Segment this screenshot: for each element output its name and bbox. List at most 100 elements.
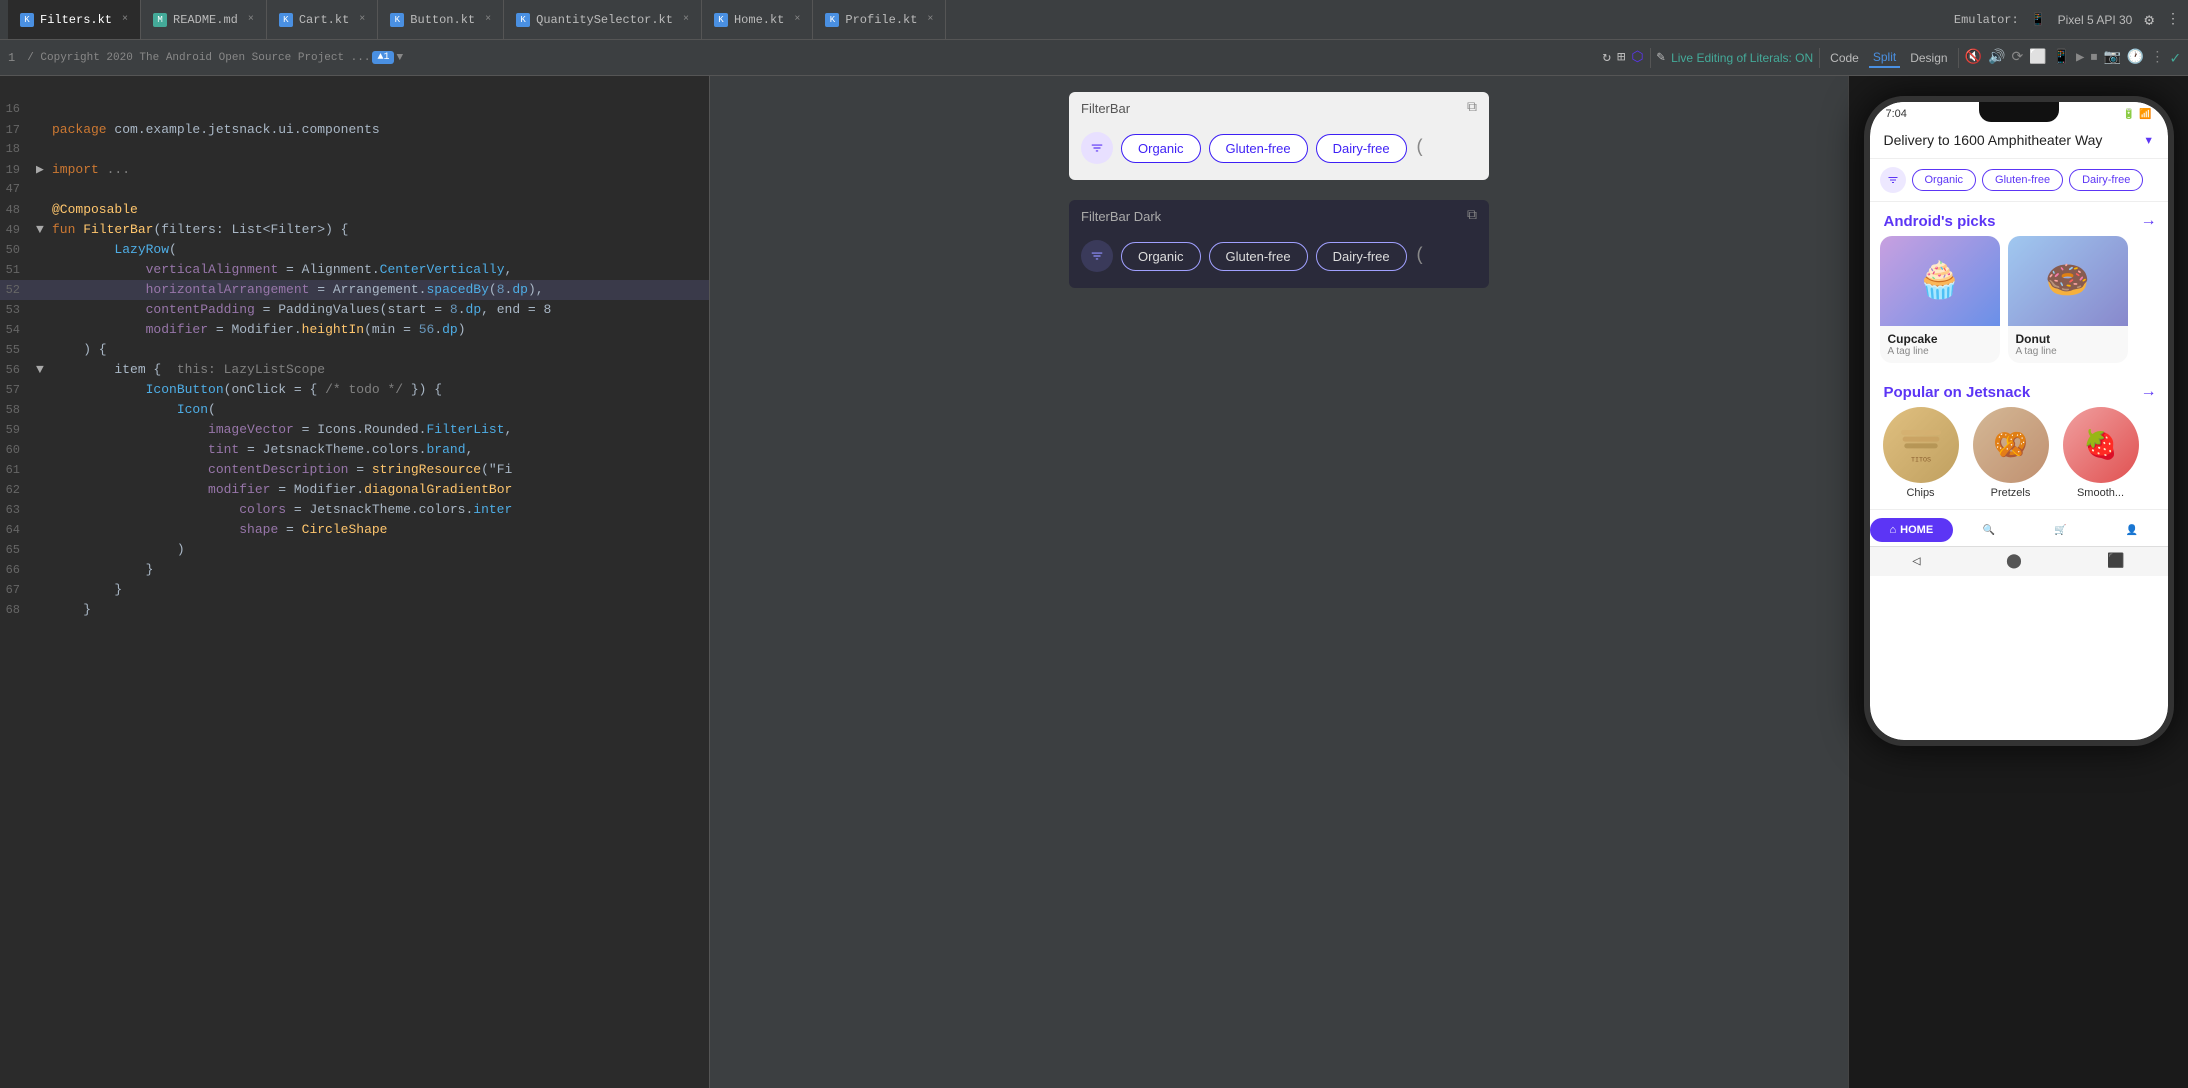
chip-gluten-free-dark[interactable]: Gluten-free — [1209, 242, 1308, 271]
live-edit-icon[interactable]: ✎ — [1657, 49, 1665, 66]
popular-title: Popular on Jetsnack — [1884, 384, 2031, 401]
tab-label: Home.kt — [734, 13, 784, 27]
chip-dairy-free-dark[interactable]: Dairy-free — [1316, 242, 1407, 271]
tab-cart[interactable]: K Cart.kt × — [267, 0, 378, 39]
code-line: 16 — [0, 100, 709, 120]
smoothie-image: 🍓 — [2063, 407, 2139, 483]
separator2 — [1819, 48, 1820, 68]
code-line: 67 } — [0, 580, 709, 600]
home-button[interactable]: ⌂ HOME — [1870, 518, 1954, 542]
androids-picks-arrow[interactable]: → — [2144, 212, 2154, 230]
tab-readme[interactable]: M README.md × — [141, 0, 267, 39]
cart-icon: 🛒 — [2054, 525, 2066, 536]
phone-chip-dairy-free[interactable]: Dairy-free — [2069, 169, 2143, 191]
pretzels-card[interactable]: 🥨 Pretzels — [1970, 407, 2052, 499]
split-btn[interactable]: Split — [1869, 48, 1900, 68]
phone-chip-organic[interactable]: Organic — [1912, 169, 1977, 191]
chip-dairy-free-light[interactable]: Dairy-free — [1316, 134, 1407, 163]
cupcake-card[interactable]: 🧁 Cupcake A tag line — [1880, 236, 2000, 363]
history-icon[interactable]: 🕐 — [2127, 49, 2144, 66]
tab-home[interactable]: K Home.kt × — [702, 0, 813, 39]
recents-btn[interactable]: ⬛ — [2107, 553, 2124, 570]
delivery-header[interactable]: Delivery to 1600 Amphitheater Way ▾ — [1870, 122, 2168, 159]
tab-close-icon[interactable]: × — [248, 14, 254, 25]
phone-filter-icon[interactable] — [1880, 167, 1906, 193]
filter-circle-icon-light[interactable] — [1081, 132, 1113, 164]
settings-icon[interactable]: ⚙ — [2144, 10, 2154, 30]
profile-nav-item[interactable]: 👤 — [2096, 525, 2167, 536]
pretzels-label: Pretzels — [1991, 487, 2031, 499]
search-icon: 🔍 — [1983, 525, 1995, 536]
delivery-chevron-icon[interactable]: ▾ — [2144, 130, 2154, 150]
tab-quantity-selector[interactable]: K QuantitySelector.kt × — [504, 0, 702, 39]
breadcrumb-arrow: ▼ — [396, 52, 403, 64]
tab-close-icon[interactable]: × — [359, 14, 365, 25]
tab-close-icon[interactable]: × — [122, 14, 128, 25]
tab-close-icon[interactable]: × — [485, 14, 491, 25]
copy-icon-dark[interactable]: ⧉ — [1467, 208, 1477, 224]
search-nav-item[interactable]: 🔍 — [1953, 525, 2024, 536]
layers-icon[interactable]: ⬡ — [1631, 49, 1643, 66]
editor-toolbar: 1 / Copyright 2020 The Android Open Sour… — [0, 40, 2188, 76]
popular-arrow[interactable]: → — [2144, 383, 2154, 401]
rotate-icon[interactable]: ⟳ — [2011, 49, 2023, 66]
code-line: 19 ▶ import ... — [0, 160, 709, 180]
phone-icon: 📱 — [2031, 12, 2046, 27]
live-editing-label: Live Editing of Literals: ON — [1671, 51, 1813, 65]
chip-gluten-free-light[interactable]: Gluten-free — [1209, 134, 1308, 163]
more-options-icon[interactable]: ⋮ — [2166, 11, 2180, 28]
chip-organic-dark[interactable]: Organic — [1121, 242, 1201, 271]
breadcrumb: / Copyright 2020 The Android Open Source… — [27, 51, 403, 64]
androids-picks-header: Android's picks → — [1870, 202, 2168, 236]
code-line: 63 colors = JetsnackTheme.colors.inter — [0, 500, 709, 520]
popular-cards: TITOS Chips 🥨 Pretzels 🍓 Smooth... — [1870, 407, 2168, 509]
phone-chip-gluten-free[interactable]: Gluten-free — [1982, 169, 2063, 191]
camera-icon[interactable]: 📷 — [2103, 49, 2120, 66]
tab-close-icon[interactable]: × — [683, 14, 689, 25]
popular-header: Popular on Jetsnack → — [1870, 373, 2168, 407]
kotlin-file-icon: K — [390, 13, 404, 27]
code-line: 57 IconButton(onClick = { /* todo */ }) … — [0, 380, 709, 400]
donut-card[interactable]: 🍩 Donut A tag line — [2008, 236, 2128, 363]
device-label: Pixel 5 API 30 — [2058, 13, 2133, 27]
chips-label: Chips — [1906, 487, 1934, 499]
smoothie-label: Smooth... — [2077, 487, 2124, 499]
tab-button[interactable]: K Button.kt × — [378, 0, 504, 39]
grid-icon[interactable]: ⊞ — [1617, 49, 1625, 66]
tab-label: README.md — [173, 13, 238, 27]
wifi-icon: 📶 — [2139, 109, 2151, 120]
code-line: 59 imageVector = Icons.Rounded.FilterLis… — [0, 420, 709, 440]
smoothie-card[interactable]: 🍓 Smooth... — [2060, 407, 2142, 499]
home-sys-btn[interactable]: ⬤ — [2006, 553, 2022, 570]
code-line: 62 modifier = Modifier.diagonalGradientB… — [0, 480, 709, 500]
code-line: 50 LazyRow( — [0, 240, 709, 260]
tab-profile[interactable]: K Profile.kt × — [813, 0, 946, 39]
volume-icon[interactable]: 🔇 — [1965, 49, 1982, 66]
home-nav-item[interactable]: ⌂ HOME — [1870, 518, 1954, 542]
filter-list-icon — [1090, 141, 1104, 155]
overflow-indicator: ( — [1415, 138, 1426, 158]
cart-nav-item[interactable]: 🛒 — [2025, 525, 2096, 536]
tablet-icon[interactable]: ⬜ — [2029, 49, 2046, 66]
more-icon2[interactable]: ⋮ — [2150, 49, 2164, 66]
tab-close-icon[interactable]: × — [794, 14, 800, 25]
stop-icon[interactable]: ⏹ — [2090, 50, 2097, 66]
design-btn[interactable]: Design — [1906, 49, 1951, 67]
code-line: 53 contentPadding = PaddingValues(start … — [0, 300, 709, 320]
chip-organic-light[interactable]: Organic — [1121, 134, 1201, 163]
tab-close-icon[interactable]: × — [927, 14, 933, 25]
emulator-label: Emulator: — [1954, 13, 2019, 27]
kotlin-file-icon: K — [20, 13, 34, 27]
code-content: 16 17 package com.example.jetsnack.ui.co… — [0, 76, 709, 1088]
back-btn[interactable]: ◁ — [1912, 553, 1920, 570]
code-btn[interactable]: Code — [1826, 49, 1863, 67]
chips-card[interactable]: TITOS Chips — [1880, 407, 1962, 499]
phone-port-icon[interactable]: 📱 — [2053, 49, 2070, 66]
top-bar-right: Emulator: 📱 Pixel 5 API 30 ⚙ ⋮ — [1954, 10, 2180, 30]
play-icon[interactable]: ▶ — [2076, 49, 2084, 66]
tab-filters-kt[interactable]: K Filters.kt × — [8, 0, 141, 39]
refresh-icon[interactable]: ↻ — [1603, 49, 1611, 66]
filter-circle-icon-dark[interactable] — [1081, 240, 1113, 272]
copy-icon[interactable]: ⧉ — [1467, 100, 1477, 116]
speaker-icon[interactable]: 🔊 — [1988, 49, 2005, 66]
